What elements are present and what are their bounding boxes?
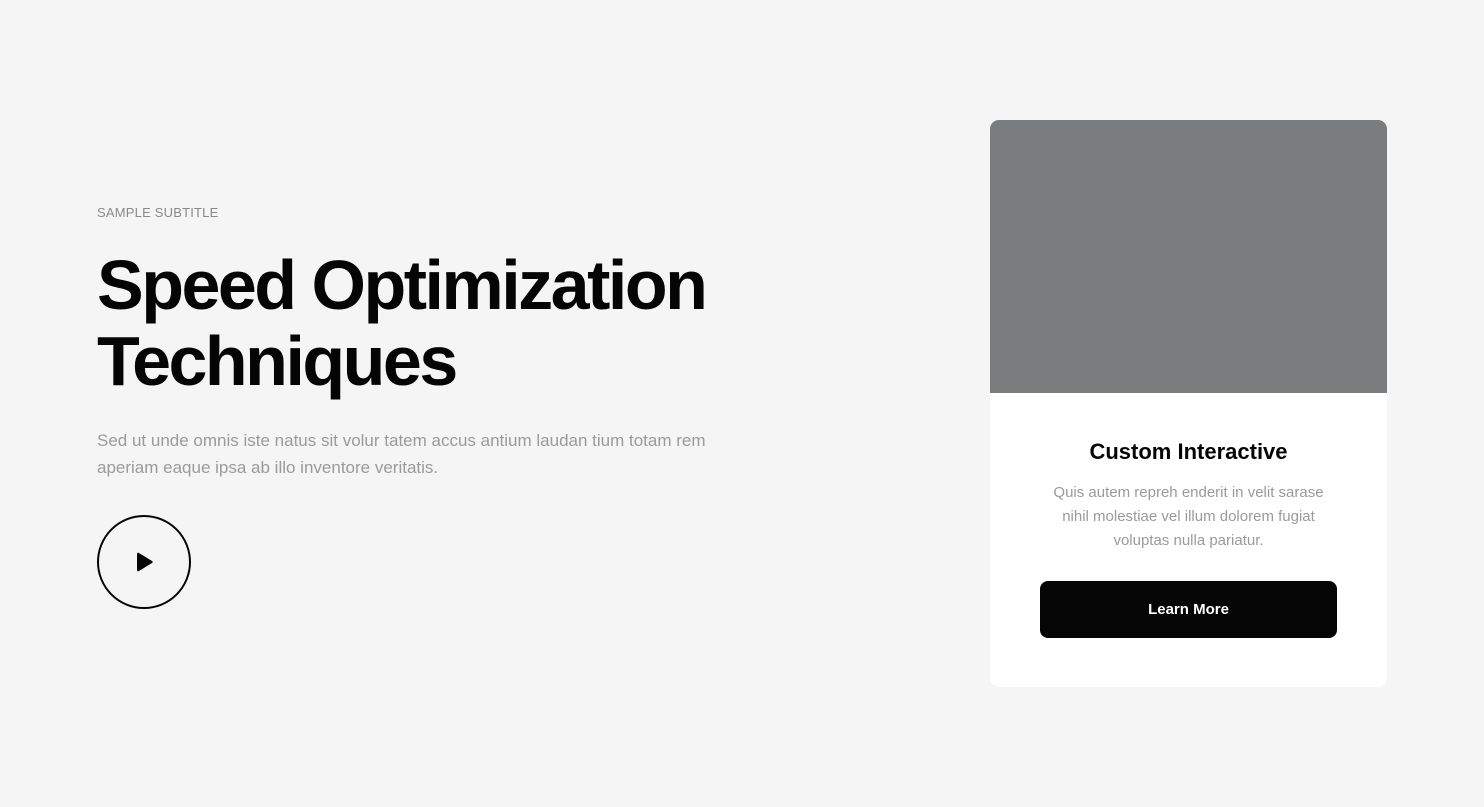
hero-section: SAMPLE SUBTITLE Speed Optimization Techn…: [97, 205, 797, 609]
hero-subtitle: SAMPLE SUBTITLE: [97, 205, 219, 220]
play-button[interactable]: [97, 515, 191, 609]
page: SAMPLE SUBTITLE Speed Optimization Techn…: [0, 0, 1484, 807]
card-title: Custom Interactive: [1089, 439, 1288, 464]
learn-more-button[interactable]: Learn More: [1040, 581, 1337, 638]
hero-title-line-2: Techniques: [97, 322, 458, 400]
feature-card: Custom Interactive Quis autem repreh end…: [990, 120, 1387, 687]
hero-title: Speed Optimization Techniques: [97, 247, 797, 399]
card-body: Custom Interactive Quis autem repreh end…: [990, 439, 1387, 638]
hero-title-line-1: Speed Optimization: [97, 246, 708, 324]
play-icon: [134, 551, 154, 573]
card-image-placeholder: [990, 120, 1387, 393]
card-text: Quis autem repreh enderit in velit saras…: [1053, 484, 1324, 549]
hero-description: Sed ut unde omnis iste natus sit volur t…: [97, 431, 706, 477]
